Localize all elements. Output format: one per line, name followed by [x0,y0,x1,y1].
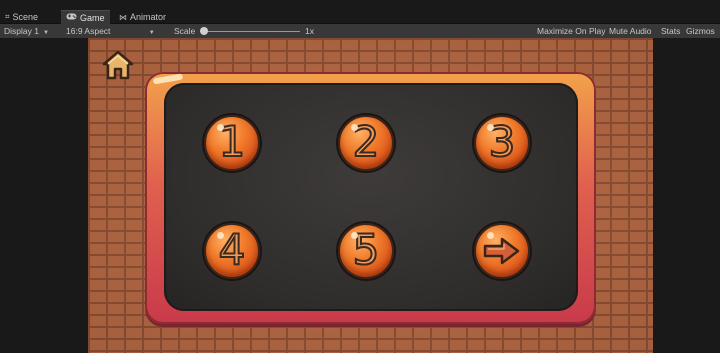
animator-icon: ⋈ [119,12,127,22]
mute-audio-toggle[interactable]: Mute Audio [607,24,654,38]
game-canvas: 1 2 3 4 5 [88,38,653,353]
tab-game-label: Game [80,12,105,23]
aspect-dropdown[interactable]: 16:9 Aspect ▼ [66,24,155,38]
chevron-down-icon: ▼ [42,30,49,36]
maximize-on-play-toggle[interactable]: Maximize On Play [535,24,608,38]
game-toolbar: Display 1 ▼ 16:9 Aspect ▼ Scale 1x Maximi… [0,24,720,38]
level-1-button[interactable]: 1 [204,115,260,171]
button-gleam [217,124,224,131]
button-gleam [217,232,224,239]
gizmos-dropdown[interactable]: Gizmos [684,24,717,38]
scale-slider-handle[interactable] [200,27,208,35]
unity-game-view: ⌗ Scene Game ⋈ Animator Display 1 ▼ 16:9 … [0,0,720,353]
level-select-panel: 1 2 3 4 5 [145,72,596,324]
game-viewport: 1 2 3 4 5 [0,38,720,353]
button-gleam [351,124,358,131]
display-label: Display 1 [4,26,39,36]
tab-game[interactable]: Game [61,10,110,24]
level-5-button[interactable]: 5 [338,223,394,279]
grid-icon: ⌗ [5,12,10,21]
tab-scene[interactable]: ⌗ Scene [0,10,43,24]
tab-animator-label: Animator [130,12,167,22]
scale-slider-track[interactable] [203,30,300,32]
tab-scene-label: Scene [12,12,39,22]
display-dropdown[interactable]: Display 1 ▼ [4,24,49,38]
arrow-right-icon [483,237,520,265]
button-gleam [487,124,494,131]
scale-label: Scale [174,26,196,36]
home-icon [102,50,134,80]
tab-bar: ⌗ Scene Game ⋈ Animator [0,0,720,24]
stats-toggle[interactable]: Stats [659,24,682,38]
button-gleam [351,232,358,239]
level-grid: 1 2 3 4 5 [164,83,578,311]
home-button[interactable] [100,48,136,82]
gamepad-icon [66,13,77,22]
level-4-button[interactable]: 4 [204,223,260,279]
button-gleam [487,232,494,239]
scale-value: 1x [305,26,314,36]
tab-animator[interactable]: ⋈ Animator [114,10,171,24]
next-page-button[interactable] [474,223,530,279]
chevron-down-icon: ▼ [148,30,155,36]
level-2-button[interactable]: 2 [338,115,394,171]
level-3-button[interactable]: 3 [474,115,530,171]
aspect-label: 16:9 Aspect [66,26,111,36]
